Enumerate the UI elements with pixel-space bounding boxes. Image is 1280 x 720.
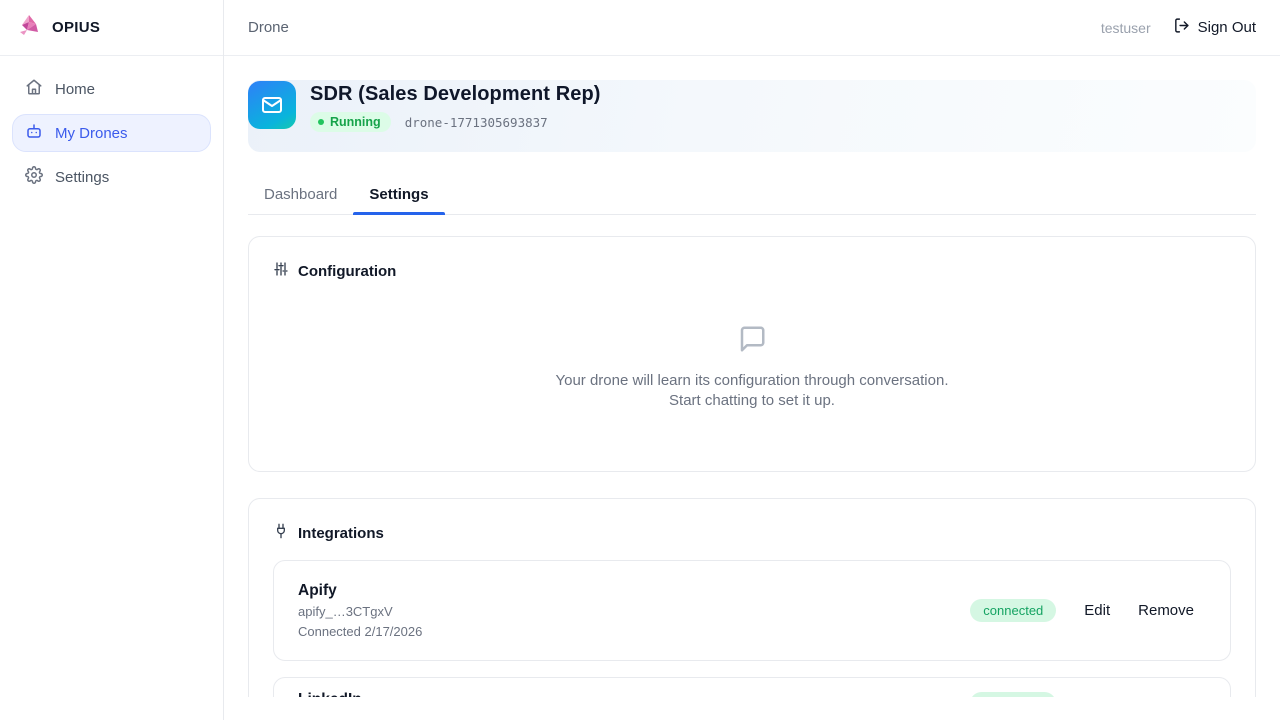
main-content: SDR (Sales Development Rep) Running dron… [224, 56, 1280, 720]
sidebar: OPIUS Home My Drones [0, 0, 224, 720]
integration-credential: apify_…3CTgxV [298, 603, 422, 620]
empty-state-line2: Start chatting to set it up. [273, 391, 1231, 411]
top-header: Drone testuser Sign Out [224, 0, 1280, 56]
remove-button[interactable]: Remove [1138, 602, 1194, 619]
opius-logo-icon [16, 12, 42, 43]
sign-out-button[interactable]: Sign Out [1173, 17, 1256, 38]
integrations-header: Integrations [273, 523, 1231, 544]
sidebar-nav: Home My Drones Settings [0, 56, 223, 210]
drone-id: drone-1771305693837 [405, 115, 548, 130]
connected-badge: connected [970, 599, 1056, 622]
brand-name: OPIUS [52, 19, 100, 36]
integration-name: Apify [298, 581, 422, 600]
empty-state-line1: Your drone will learn its configuration … [273, 371, 1231, 391]
tab-settings[interactable]: Settings [353, 178, 444, 214]
drone-name: SDR (Sales Development Rep) [310, 83, 601, 106]
status-dot-icon [318, 119, 324, 125]
page-title: Drone [248, 19, 289, 36]
tab-bar: Dashboard Settings [248, 178, 1256, 215]
gear-icon [25, 166, 43, 188]
integration-connected-date: Connected 2/17/2026 [298, 623, 422, 640]
configuration-header: Configuration [273, 261, 1231, 282]
header-right: testuser Sign Out [1101, 17, 1256, 38]
integrations-title: Integrations [298, 525, 384, 542]
sidebar-item-settings[interactable]: Settings [12, 158, 211, 196]
integrations-card: Integrations Apify apify_…3CTgxV Connect… [248, 498, 1256, 720]
integration-info: Apify apify_…3CTgxV Connected 2/17/2026 [298, 581, 422, 640]
tab-dashboard[interactable]: Dashboard [248, 178, 353, 214]
robot-icon [25, 122, 43, 144]
configuration-card: Configuration Your drone will learn its … [248, 236, 1256, 472]
sidebar-item-my-drones[interactable]: My Drones [12, 114, 211, 152]
integration-row-apify: Apify apify_…3CTgxV Connected 2/17/2026 … [273, 560, 1231, 661]
drone-hero: SDR (Sales Development Rep) Running dron… [248, 80, 1256, 152]
drone-meta: Running drone-1771305693837 [310, 112, 601, 132]
integration-actions: connected Edit Remove [970, 599, 1194, 622]
configuration-empty-state: Your drone will learn its configuration … [273, 282, 1231, 447]
username: testuser [1101, 20, 1151, 36]
mail-icon [248, 81, 296, 129]
sidebar-item-label: My Drones [55, 125, 128, 142]
sidebar-item-label: Settings [55, 169, 109, 186]
logout-icon [1173, 17, 1190, 38]
viewport-render-cutoff [224, 697, 1280, 720]
status-label: Running [330, 115, 381, 129]
home-icon [25, 78, 43, 100]
configuration-title: Configuration [298, 263, 396, 280]
sliders-icon [273, 261, 289, 282]
sidebar-item-home[interactable]: Home [12, 70, 211, 108]
sign-out-label: Sign Out [1198, 19, 1256, 36]
sidebar-item-label: Home [55, 81, 95, 98]
drone-info: SDR (Sales Development Rep) Running dron… [310, 81, 601, 132]
status-badge: Running [310, 112, 391, 132]
plug-icon [273, 523, 289, 544]
chat-bubble-icon [737, 341, 767, 358]
brand-header: OPIUS [0, 0, 223, 56]
edit-button[interactable]: Edit [1084, 602, 1110, 619]
